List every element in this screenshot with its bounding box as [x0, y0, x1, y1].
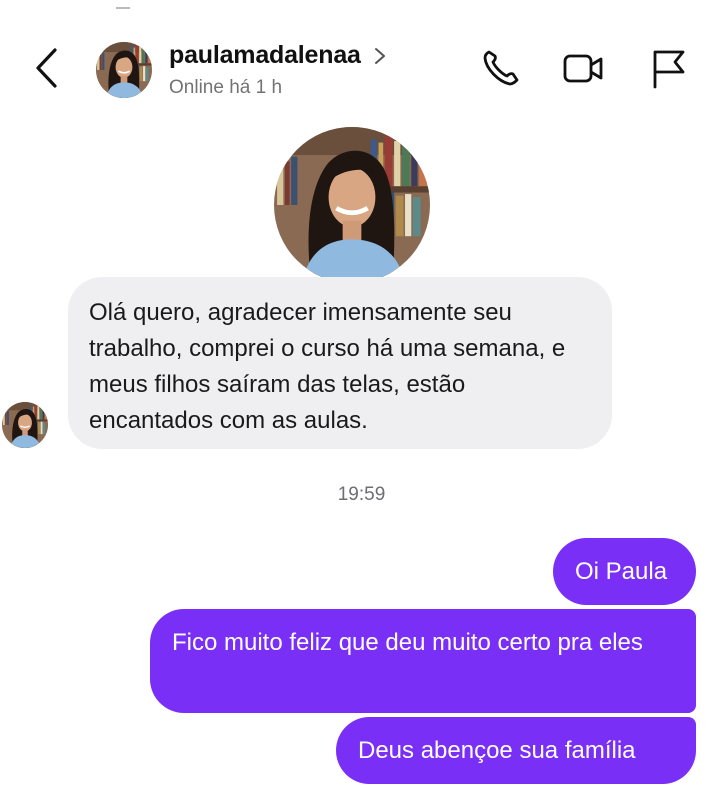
message-timestamp: 19:59 [337, 484, 386, 505]
video-camera-icon[interactable] [561, 47, 605, 89]
profile-link[interactable]: paulamadalenaa [169, 41, 387, 70]
phone-icon[interactable] [480, 47, 524, 89]
chat-header: paulamadalenaa Online há 1 h [0, 0, 723, 122]
online-status: Online há 1 h [169, 77, 283, 98]
outgoing-message[interactable]: Fico muito feliz que deu muito certo pra… [150, 609, 696, 713]
incoming-message[interactable]: Olá quero, agradecer imensamente seu tra… [68, 277, 612, 449]
chevron-left-icon[interactable] [30, 46, 64, 90]
sender-avatar[interactable] [2, 402, 48, 448]
chevron-right-icon [374, 47, 385, 64]
avatar[interactable] [96, 42, 152, 98]
contact-username[interactable]: paulamadalenaa [169, 41, 361, 70]
contact-profile-picture[interactable] [274, 127, 430, 283]
outgoing-message[interactable]: Deus abençoe sua família [336, 717, 696, 784]
flag-icon[interactable] [647, 47, 691, 89]
outgoing-message[interactable]: Oi Paula [553, 538, 696, 605]
